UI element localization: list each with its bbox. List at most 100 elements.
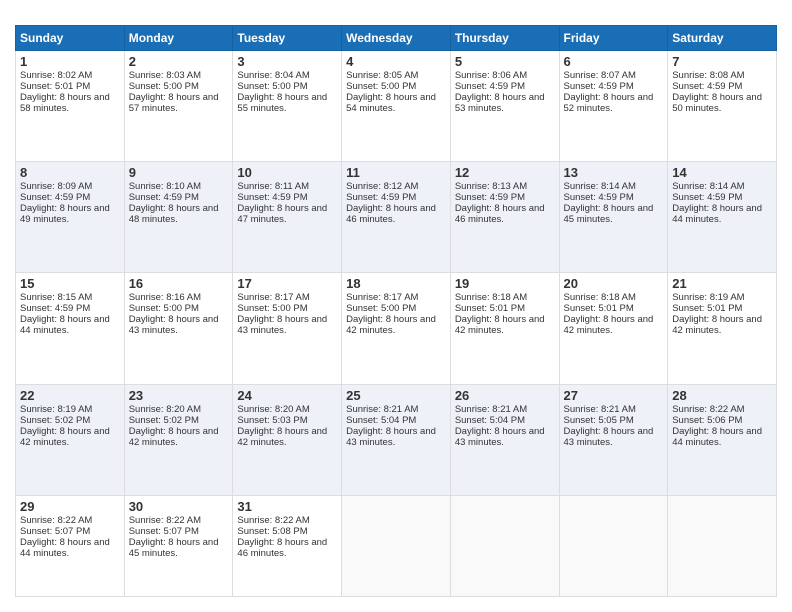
day-number: 5 [455, 54, 555, 69]
sunrise-label: Sunrise: 8:19 AM [672, 292, 744, 303]
calendar-cell: 27 Sunrise: 8:21 AM Sunset: 5:05 PM Dayl… [559, 384, 668, 495]
sunset-label: Sunset: 5:01 PM [672, 303, 742, 314]
sunrise-label: Sunrise: 8:10 AM [129, 181, 201, 192]
sunrise-label: Sunrise: 8:22 AM [672, 404, 744, 415]
day-number: 15 [20, 276, 120, 291]
daylight-label: Daylight: 8 hours and 44 minutes. [672, 203, 762, 225]
calendar-cell: 13 Sunrise: 8:14 AM Sunset: 4:59 PM Dayl… [559, 162, 668, 273]
sunset-label: Sunset: 5:00 PM [346, 81, 416, 92]
sunrise-label: Sunrise: 8:21 AM [564, 404, 636, 415]
sunrise-label: Sunrise: 8:20 AM [129, 404, 201, 415]
day-number: 31 [237, 499, 337, 514]
daylight-label: Daylight: 8 hours and 46 minutes. [237, 537, 327, 559]
calendar-cell: 25 Sunrise: 8:21 AM Sunset: 5:04 PM Dayl… [342, 384, 451, 495]
calendar-cell: 23 Sunrise: 8:20 AM Sunset: 5:02 PM Dayl… [124, 384, 233, 495]
day-number: 19 [455, 276, 555, 291]
col-header-sunday: Sunday [16, 26, 125, 51]
daylight-label: Daylight: 8 hours and 43 minutes. [455, 426, 545, 448]
sunset-label: Sunset: 5:01 PM [20, 81, 90, 92]
calendar-cell: 30 Sunrise: 8:22 AM Sunset: 5:07 PM Dayl… [124, 495, 233, 596]
col-header-tuesday: Tuesday [233, 26, 342, 51]
calendar-cell: 20 Sunrise: 8:18 AM Sunset: 5:01 PM Dayl… [559, 273, 668, 384]
sunset-label: Sunset: 5:00 PM [129, 81, 199, 92]
sunrise-label: Sunrise: 8:14 AM [672, 181, 744, 192]
sunrise-label: Sunrise: 8:13 AM [455, 181, 527, 192]
day-number: 16 [129, 276, 229, 291]
calendar-cell: 22 Sunrise: 8:19 AM Sunset: 5:02 PM Dayl… [16, 384, 125, 495]
calendar-cell: 1 Sunrise: 8:02 AM Sunset: 5:01 PM Dayli… [16, 51, 125, 162]
sunrise-label: Sunrise: 8:09 AM [20, 181, 92, 192]
page: General Blue SundayMondayTuesdayWednesda… [0, 0, 792, 612]
calendar-cell: 11 Sunrise: 8:12 AM Sunset: 4:59 PM Dayl… [342, 162, 451, 273]
sunset-label: Sunset: 5:07 PM [129, 526, 199, 537]
daylight-label: Daylight: 8 hours and 42 minutes. [455, 314, 545, 336]
daylight-label: Daylight: 8 hours and 45 minutes. [129, 537, 219, 559]
sunset-label: Sunset: 5:00 PM [346, 303, 416, 314]
sunset-label: Sunset: 5:04 PM [455, 415, 525, 426]
sunset-label: Sunset: 5:02 PM [20, 415, 90, 426]
calendar-cell: 7 Sunrise: 8:08 AM Sunset: 4:59 PM Dayli… [668, 51, 777, 162]
col-header-wednesday: Wednesday [342, 26, 451, 51]
calendar-cell: 31 Sunrise: 8:22 AM Sunset: 5:08 PM Dayl… [233, 495, 342, 596]
day-number: 10 [237, 165, 337, 180]
sunset-label: Sunset: 5:01 PM [455, 303, 525, 314]
day-number: 17 [237, 276, 337, 291]
daylight-label: Daylight: 8 hours and 43 minutes. [129, 314, 219, 336]
sunrise-label: Sunrise: 8:16 AM [129, 292, 201, 303]
sunset-label: Sunset: 4:59 PM [672, 81, 742, 92]
daylight-label: Daylight: 8 hours and 45 minutes. [564, 203, 654, 225]
daylight-label: Daylight: 8 hours and 42 minutes. [672, 314, 762, 336]
calendar-header-row: SundayMondayTuesdayWednesdayThursdayFrid… [16, 26, 777, 51]
calendar-table: SundayMondayTuesdayWednesdayThursdayFrid… [15, 25, 777, 597]
day-number: 7 [672, 54, 772, 69]
daylight-label: Daylight: 8 hours and 55 minutes. [237, 92, 327, 114]
daylight-label: Daylight: 8 hours and 49 minutes. [20, 203, 110, 225]
sunset-label: Sunset: 5:07 PM [20, 526, 90, 537]
sunset-label: Sunset: 4:59 PM [346, 192, 416, 203]
daylight-label: Daylight: 8 hours and 50 minutes. [672, 92, 762, 114]
daylight-label: Daylight: 8 hours and 42 minutes. [20, 426, 110, 448]
daylight-label: Daylight: 8 hours and 44 minutes. [20, 537, 110, 559]
calendar-cell [668, 495, 777, 596]
calendar-cell: 15 Sunrise: 8:15 AM Sunset: 4:59 PM Dayl… [16, 273, 125, 384]
day-number: 3 [237, 54, 337, 69]
day-number: 4 [346, 54, 446, 69]
sunrise-label: Sunrise: 8:06 AM [455, 70, 527, 81]
calendar-cell: 14 Sunrise: 8:14 AM Sunset: 4:59 PM Dayl… [668, 162, 777, 273]
sunrise-label: Sunrise: 8:22 AM [20, 515, 92, 526]
day-number: 9 [129, 165, 229, 180]
daylight-label: Daylight: 8 hours and 42 minutes. [129, 426, 219, 448]
daylight-label: Daylight: 8 hours and 48 minutes. [129, 203, 219, 225]
sunrise-label: Sunrise: 8:22 AM [129, 515, 201, 526]
sunrise-label: Sunrise: 8:11 AM [237, 181, 309, 192]
calendar-cell: 3 Sunrise: 8:04 AM Sunset: 5:00 PM Dayli… [233, 51, 342, 162]
col-header-monday: Monday [124, 26, 233, 51]
daylight-label: Daylight: 8 hours and 42 minutes. [237, 426, 327, 448]
sunset-label: Sunset: 4:59 PM [455, 192, 525, 203]
daylight-label: Daylight: 8 hours and 58 minutes. [20, 92, 110, 114]
sunset-label: Sunset: 4:59 PM [237, 192, 307, 203]
day-number: 13 [564, 165, 664, 180]
calendar-cell: 24 Sunrise: 8:20 AM Sunset: 5:03 PM Dayl… [233, 384, 342, 495]
sunrise-label: Sunrise: 8:12 AM [346, 181, 418, 192]
day-number: 29 [20, 499, 120, 514]
sunset-label: Sunset: 4:59 PM [564, 192, 634, 203]
daylight-label: Daylight: 8 hours and 47 minutes. [237, 203, 327, 225]
day-number: 18 [346, 276, 446, 291]
sunset-label: Sunset: 5:04 PM [346, 415, 416, 426]
calendar-cell [559, 495, 668, 596]
sunrise-label: Sunrise: 8:07 AM [564, 70, 636, 81]
day-number: 20 [564, 276, 664, 291]
sunset-label: Sunset: 4:59 PM [20, 303, 90, 314]
sunrise-label: Sunrise: 8:08 AM [672, 70, 744, 81]
sunrise-label: Sunrise: 8:17 AM [237, 292, 309, 303]
day-number: 26 [455, 388, 555, 403]
day-number: 22 [20, 388, 120, 403]
sunrise-label: Sunrise: 8:04 AM [237, 70, 309, 81]
sunrise-label: Sunrise: 8:14 AM [564, 181, 636, 192]
sunset-label: Sunset: 5:08 PM [237, 526, 307, 537]
day-number: 27 [564, 388, 664, 403]
calendar-cell: 8 Sunrise: 8:09 AM Sunset: 4:59 PM Dayli… [16, 162, 125, 273]
day-number: 24 [237, 388, 337, 403]
sunset-label: Sunset: 5:01 PM [564, 303, 634, 314]
